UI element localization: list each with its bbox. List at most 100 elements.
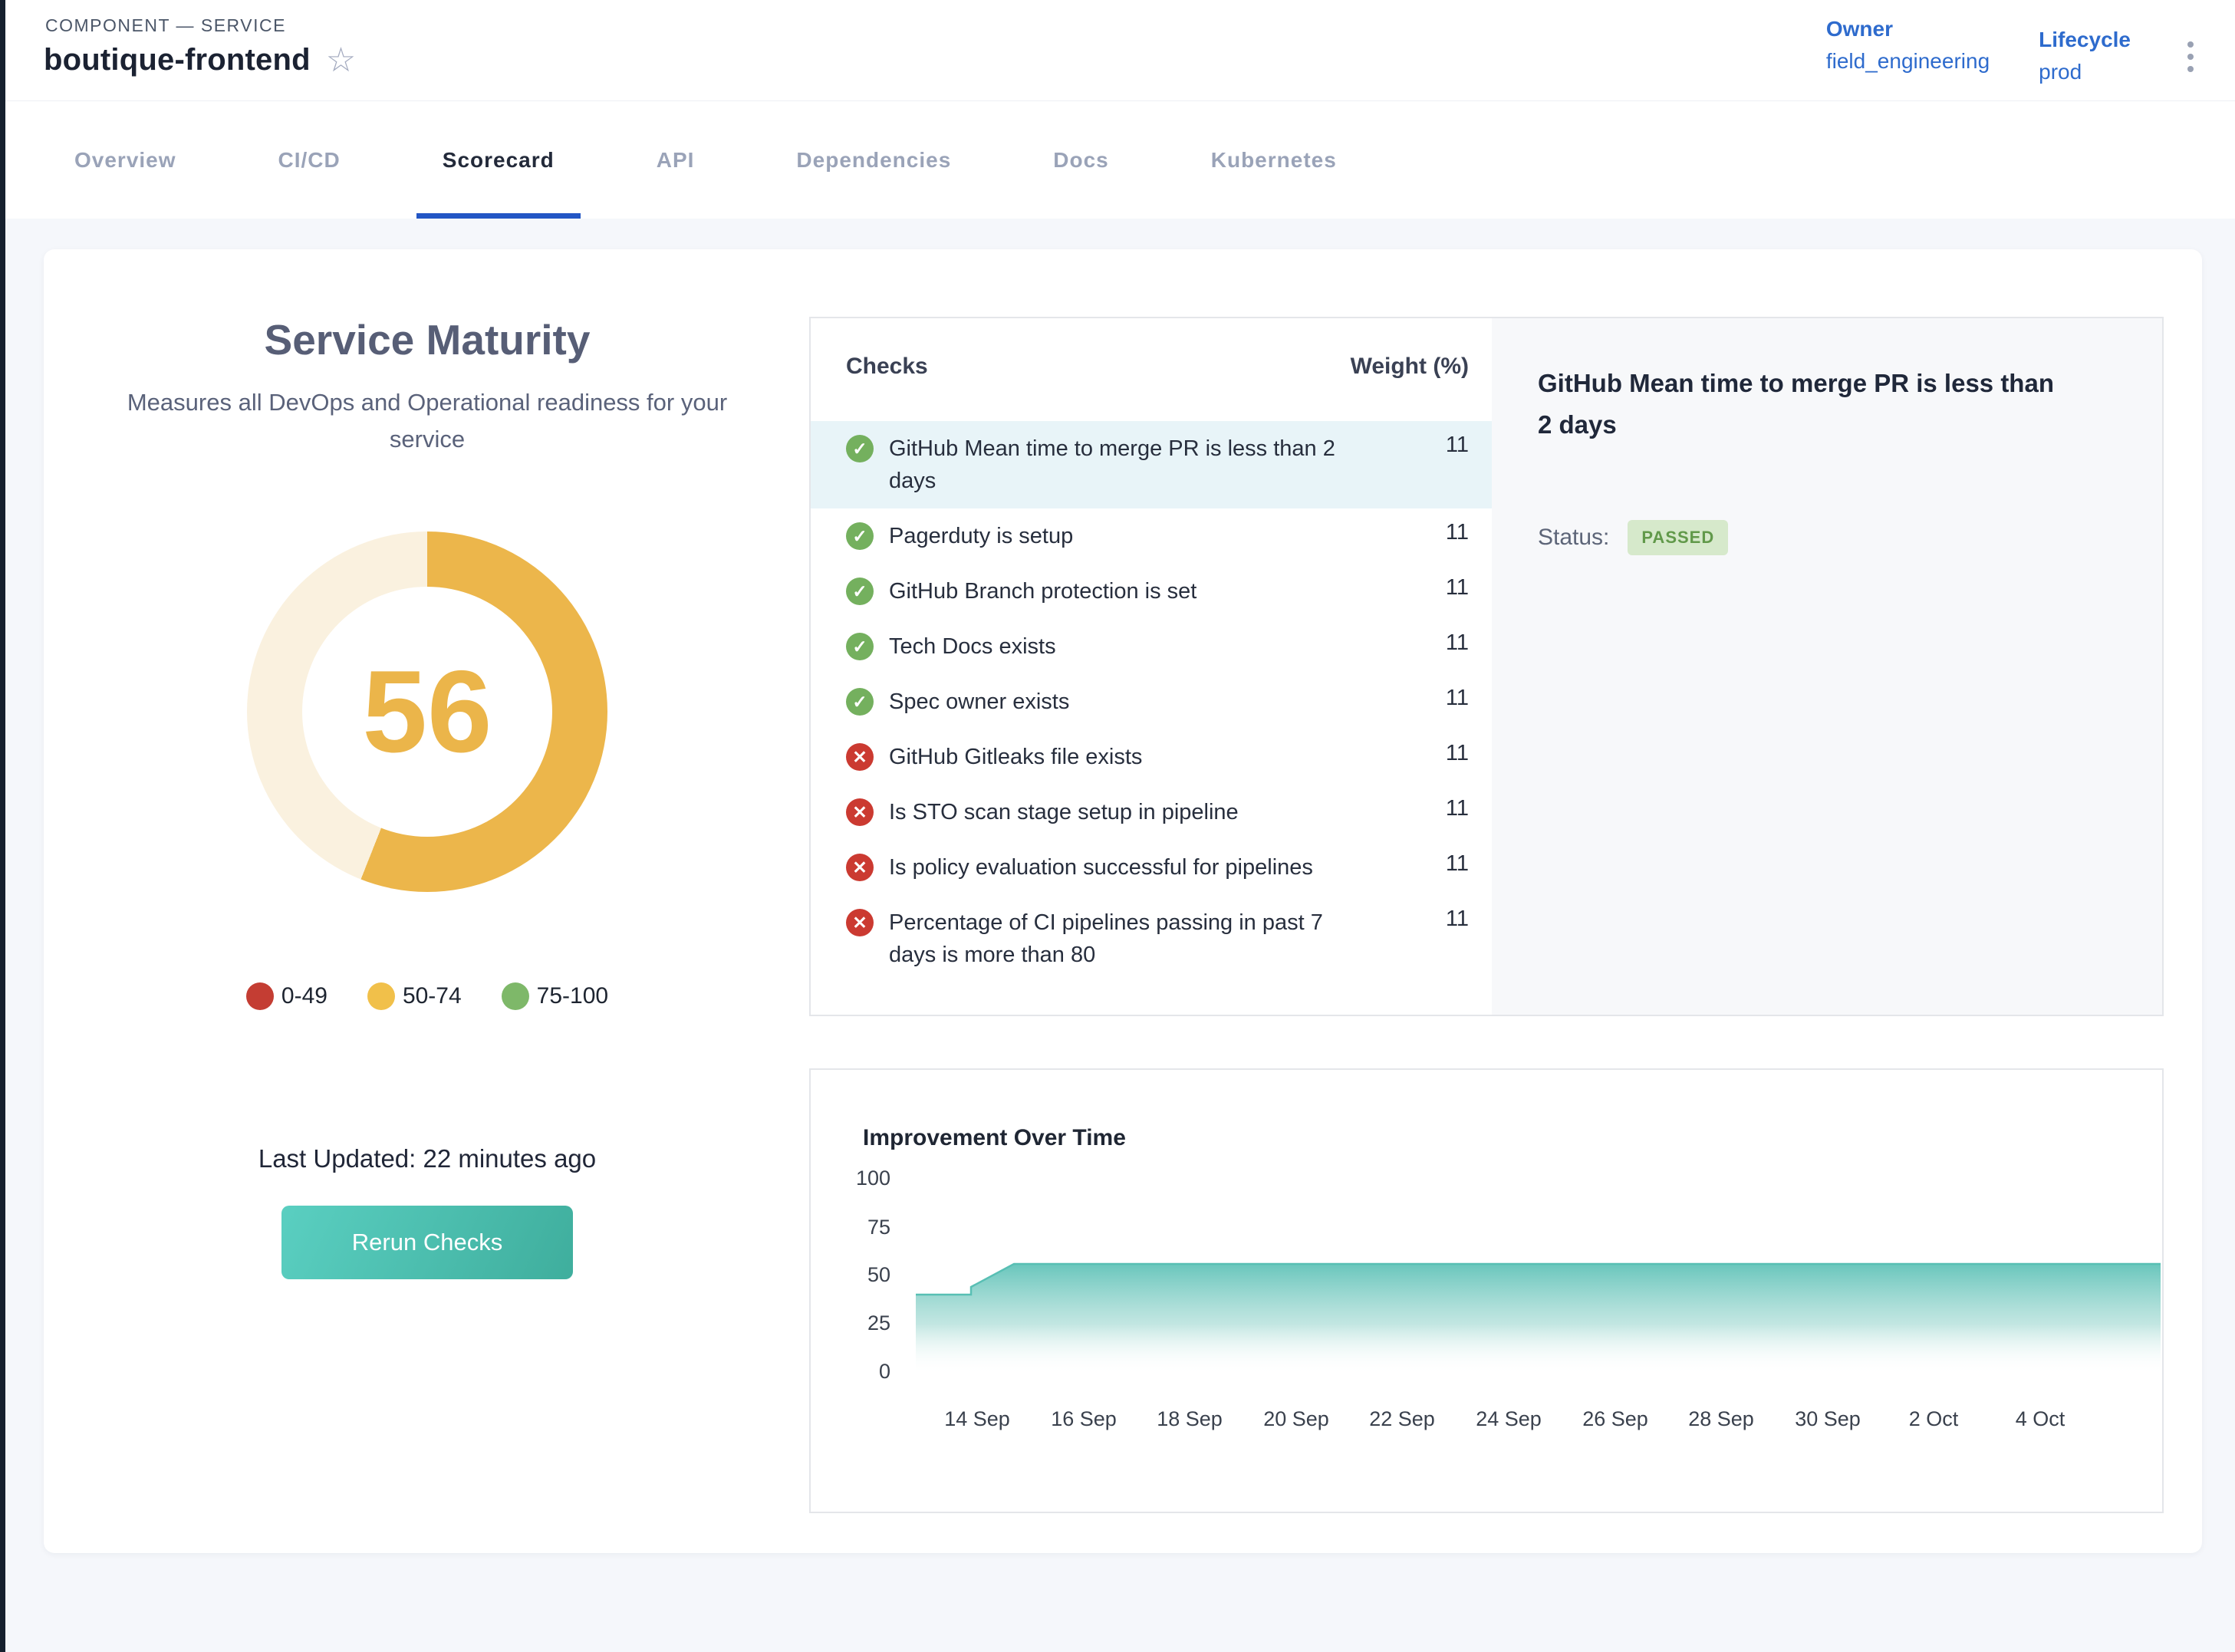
check-weight: 11: [1354, 433, 1469, 458]
check-row-tech-docs[interactable]: ✓ Tech Docs exists 11: [811, 619, 1492, 674]
checks-box: Checks Weight (%) ✓ GitHub Mean time to …: [809, 317, 2164, 1016]
check-row-spec-owner[interactable]: ✓ Spec owner exists 11: [811, 674, 1492, 729]
kebab-menu-icon[interactable]: [2180, 38, 2201, 75]
legend-yellow-dot-icon: [367, 982, 395, 1010]
check-detail-panel: GitHub Mean time to merge PR is less tha…: [1492, 318, 2162, 1015]
x-axis-label: 18 Sep: [1128, 1407, 1251, 1431]
check-label: Pagerduty is setup: [889, 520, 1338, 552]
weight-column-header: Weight (%): [1338, 354, 1469, 380]
y-axis-tick: 25: [832, 1311, 890, 1335]
scorecard-card: Service Maturity Measures all DevOps and…: [44, 249, 2202, 1553]
check-failed-icon: ✕: [846, 743, 874, 771]
tab-cicd[interactable]: CI/CD: [252, 101, 367, 219]
y-axis-tick: 0: [832, 1360, 890, 1384]
check-row-gitleaks[interactable]: ✕ GitHub Gitleaks file exists 11: [811, 729, 1492, 785]
checks-list: Checks Weight (%) ✓ GitHub Mean time to …: [811, 318, 1492, 1015]
y-axis-tick: 50: [832, 1263, 890, 1287]
x-axis-label: 2 Oct: [1872, 1407, 1995, 1431]
check-passed-icon: ✓: [846, 633, 874, 660]
legend-red-dot-icon: [246, 982, 274, 1010]
rerun-checks-button[interactable]: Rerun Checks: [281, 1206, 573, 1279]
check-weight: 11: [1354, 686, 1469, 711]
check-label: Spec owner exists: [889, 686, 1338, 718]
breadcrumb: COMPONENT — SERVICE: [45, 15, 286, 36]
check-label: Tech Docs exists: [889, 630, 1338, 663]
check-weight: 11: [1354, 796, 1469, 821]
check-label: Percentage of CI pipelines passing in pa…: [889, 907, 1338, 971]
check-row-mean-time-to-merge[interactable]: ✓ GitHub Mean time to merge PR is less t…: [811, 421, 1492, 508]
legend-label: 75-100: [537, 983, 608, 1009]
x-axis-label: 24 Sep: [1447, 1407, 1570, 1431]
lifecycle-label: Lifecycle: [2039, 28, 2131, 52]
check-label: Is STO scan stage setup in pipeline: [889, 796, 1338, 828]
favorite-star-icon[interactable]: ☆: [326, 44, 356, 77]
y-axis-tick: 75: [832, 1216, 890, 1239]
check-label: Is policy evaluation successful for pipe…: [889, 851, 1338, 884]
legend-item-yellow: 50-74: [367, 982, 462, 1010]
legend-item-green: 75-100: [502, 982, 608, 1010]
check-row-branch-protection[interactable]: ✓ GitHub Branch protection is set 11: [811, 564, 1492, 619]
owner-link[interactable]: field_engineering: [1826, 49, 1990, 74]
score-legend: 0-49 50-74 75-100: [44, 982, 811, 1010]
x-axis-label: 22 Sep: [1341, 1407, 1463, 1431]
x-axis-label: 4 Oct: [1979, 1407, 2102, 1431]
owner-block: Owner field_engineering: [1826, 17, 1990, 74]
collapsed-sidebar-strip: [0, 0, 5, 1652]
tab-dependencies[interactable]: Dependencies: [770, 101, 977, 219]
x-axis-label: 20 Sep: [1235, 1407, 1358, 1431]
check-weight: 11: [1354, 630, 1469, 656]
check-passed-icon: ✓: [846, 522, 874, 550]
scorecard-title: Service Maturity: [44, 315, 811, 364]
legend-item-red: 0-49: [246, 982, 328, 1010]
legend-label: 50-74: [403, 983, 462, 1009]
tab-scorecard[interactable]: Scorecard: [416, 101, 581, 219]
entity-tabbar: Overview CI/CD Scorecard API Dependencie…: [5, 101, 2235, 219]
check-passed-icon: ✓: [846, 435, 874, 462]
check-failed-icon: ✕: [846, 909, 874, 936]
tab-kubernetes[interactable]: Kubernetes: [1185, 101, 1363, 219]
x-axis-label: 16 Sep: [1022, 1407, 1145, 1431]
scorecard-page: Service Maturity Measures all DevOps and…: [5, 219, 2235, 1652]
improvement-chart-box: Improvement Over Time 100 75 50 25 0 14 …: [809, 1068, 2164, 1513]
check-label: GitHub Gitleaks file exists: [889, 741, 1338, 773]
check-weight: 11: [1354, 741, 1469, 766]
check-failed-icon: ✕: [846, 798, 874, 826]
status-badge: PASSED: [1628, 520, 1728, 555]
scorecard-subtitle: Measures all DevOps and Operational read…: [109, 384, 746, 458]
last-updated-text: Last Updated: 22 minutes ago: [44, 1144, 811, 1173]
check-label: GitHub Branch protection is set: [889, 575, 1338, 607]
score-donut-chart: 56: [247, 531, 607, 892]
y-axis-tick: 100: [832, 1167, 890, 1190]
x-axis-label: 14 Sep: [916, 1407, 1039, 1431]
check-passed-icon: ✓: [846, 688, 874, 716]
check-detail-title: GitHub Mean time to merge PR is less tha…: [1538, 363, 2075, 446]
check-label: GitHub Mean time to merge PR is less tha…: [889, 433, 1338, 497]
check-row-policy-evaluation[interactable]: ✕ Is policy evaluation successful for pi…: [811, 840, 1492, 895]
entity-header: COMPONENT — SERVICE boutique-frontend ☆ …: [5, 0, 2235, 101]
service-maturity-panel: Service Maturity Measures all DevOps and…: [44, 249, 811, 1553]
check-row-ci-pipelines-passing[interactable]: ✕ Percentage of CI pipelines passing in …: [811, 895, 1492, 982]
check-failed-icon: ✕: [846, 854, 874, 881]
lifecycle-value: prod: [2039, 60, 2131, 84]
check-weight: 11: [1354, 575, 1469, 601]
check-weight: 11: [1354, 851, 1469, 877]
lifecycle-block: Lifecycle prod: [2039, 28, 2131, 84]
x-axis-label: 26 Sep: [1554, 1407, 1677, 1431]
tab-docs[interactable]: Docs: [1027, 101, 1134, 219]
check-weight: 11: [1354, 520, 1469, 545]
checks-column-header: Checks: [846, 354, 1338, 380]
legend-label: 0-49: [281, 983, 328, 1009]
owner-label: Owner: [1826, 17, 1990, 41]
status-label: Status:: [1538, 525, 1609, 551]
tab-overview[interactable]: Overview: [48, 101, 202, 219]
legend-green-dot-icon: [502, 982, 529, 1010]
check-row-pagerduty[interactable]: ✓ Pagerduty is setup 11: [811, 508, 1492, 564]
check-weight: 11: [1354, 907, 1469, 932]
checks-table-header: Checks Weight (%): [811, 354, 1492, 380]
check-row-sto-scan[interactable]: ✕ Is STO scan stage setup in pipeline 11: [811, 785, 1492, 840]
check-passed-icon: ✓: [846, 578, 874, 605]
page-title: boutique-frontend: [44, 43, 311, 77]
x-axis-label: 30 Sep: [1766, 1407, 1889, 1431]
x-axis-label: 28 Sep: [1660, 1407, 1782, 1431]
tab-api[interactable]: API: [630, 101, 721, 219]
